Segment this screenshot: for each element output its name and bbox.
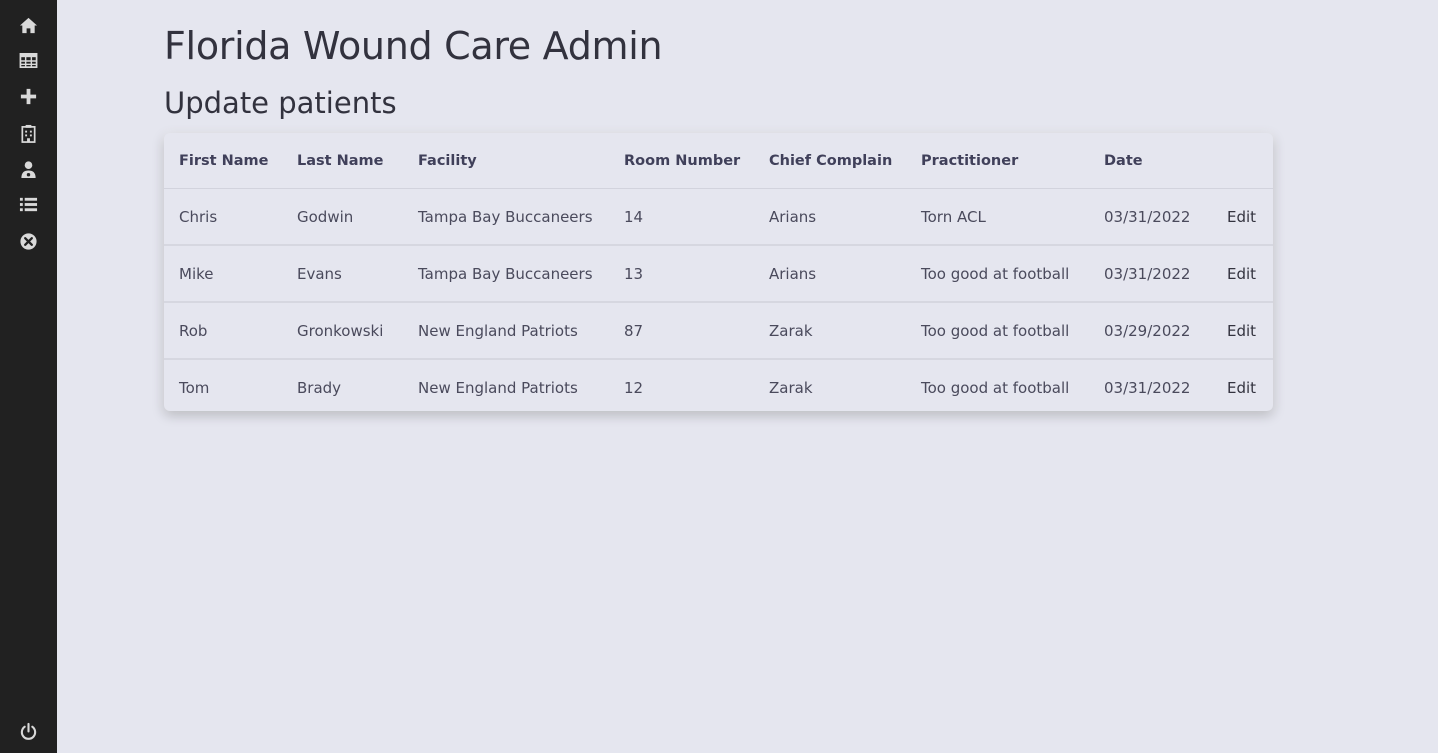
cell-date: 03/31/2022	[1089, 245, 1212, 303]
table-header-row: First Name Last Name Facility Room Numbe…	[164, 133, 1273, 189]
column-header-room-number: Room Number	[609, 133, 754, 189]
sidebar	[0, 0, 57, 753]
table-row: Mike Evans Tampa Bay Buccaneers 13 Arian…	[164, 245, 1273, 303]
cell-facility: New England Patriots	[403, 302, 609, 360]
home-icon[interactable]	[0, 11, 57, 39]
cell-last-name: Evans	[282, 245, 403, 303]
cell-facility: Tampa Bay Buccaneers	[403, 188, 609, 246]
cell-date: 03/29/2022	[1089, 302, 1212, 360]
cell-room-number: 12	[624, 378, 644, 397]
cell-last-name: Godwin	[282, 188, 403, 246]
table-row: Tom Brady New England Patriots 12 Zarak …	[164, 359, 1273, 411]
cell-facility: New England Patriots	[418, 378, 578, 397]
patients-table-card: First Name Last Name Facility Room Numbe…	[164, 133, 1273, 411]
cell-room-number: 13	[609, 245, 754, 303]
list-icon[interactable]	[0, 190, 57, 218]
cell-practitioner: Torn ACL	[906, 188, 1089, 246]
cell-date: 03/31/2022	[1089, 188, 1212, 246]
cell-chief-complain: Arians	[754, 245, 906, 303]
user-doctor-icon[interactable]	[0, 155, 57, 183]
cell-first-name: Chris	[164, 188, 282, 246]
table-row: Rob Gronkowski New England Patriots 87 Z…	[164, 302, 1273, 360]
cell-practitioner: Too good at football	[921, 378, 1070, 397]
plus-icon[interactable]	[0, 82, 57, 110]
column-header-practitioner: Practitioner	[906, 133, 1089, 189]
column-header-first-name: First Name	[164, 133, 282, 189]
patients-table: First Name Last Name Facility Room Numbe…	[164, 133, 1273, 411]
cell-first-name: Rob	[164, 302, 282, 360]
cell-chief-complain: Zarak	[769, 378, 813, 397]
cell-date: 03/31/2022	[1104, 378, 1191, 397]
cell-room-number: 87	[609, 302, 754, 360]
column-header-date: Date	[1089, 133, 1212, 189]
edit-link[interactable]: Edit	[1227, 379, 1256, 397]
power-icon[interactable]	[0, 717, 57, 745]
column-header-chief-complain: Chief Complain	[754, 133, 906, 189]
edit-link[interactable]: Edit	[1227, 208, 1256, 226]
edit-link[interactable]: Edit	[1227, 322, 1256, 340]
cell-facility: Tampa Bay Buccaneers	[403, 245, 609, 303]
building-icon[interactable]	[0, 119, 57, 147]
cell-practitioner: Too good at football	[906, 245, 1089, 303]
cell-last-name: Brady	[297, 378, 342, 397]
close-circle-icon[interactable]	[0, 227, 57, 255]
cell-practitioner: Too good at football	[906, 302, 1089, 360]
column-header-actions	[1212, 133, 1273, 189]
cell-room-number: 14	[609, 188, 754, 246]
cell-last-name: Gronkowski	[282, 302, 403, 360]
column-header-last-name: Last Name	[282, 133, 403, 189]
page-title: Florida Wound Care Admin	[164, 24, 663, 68]
edit-link[interactable]: Edit	[1227, 265, 1256, 283]
cell-chief-complain: Zarak	[754, 302, 906, 360]
cell-first-name: Tom	[179, 378, 210, 397]
table-row: Chris Godwin Tampa Bay Buccaneers 14 Ari…	[164, 188, 1273, 246]
table-icon[interactable]	[0, 46, 57, 74]
page-subtitle: Update patients	[164, 86, 397, 120]
column-header-facility: Facility	[403, 133, 609, 189]
cell-first-name: Mike	[164, 245, 282, 303]
cell-chief-complain: Arians	[754, 188, 906, 246]
